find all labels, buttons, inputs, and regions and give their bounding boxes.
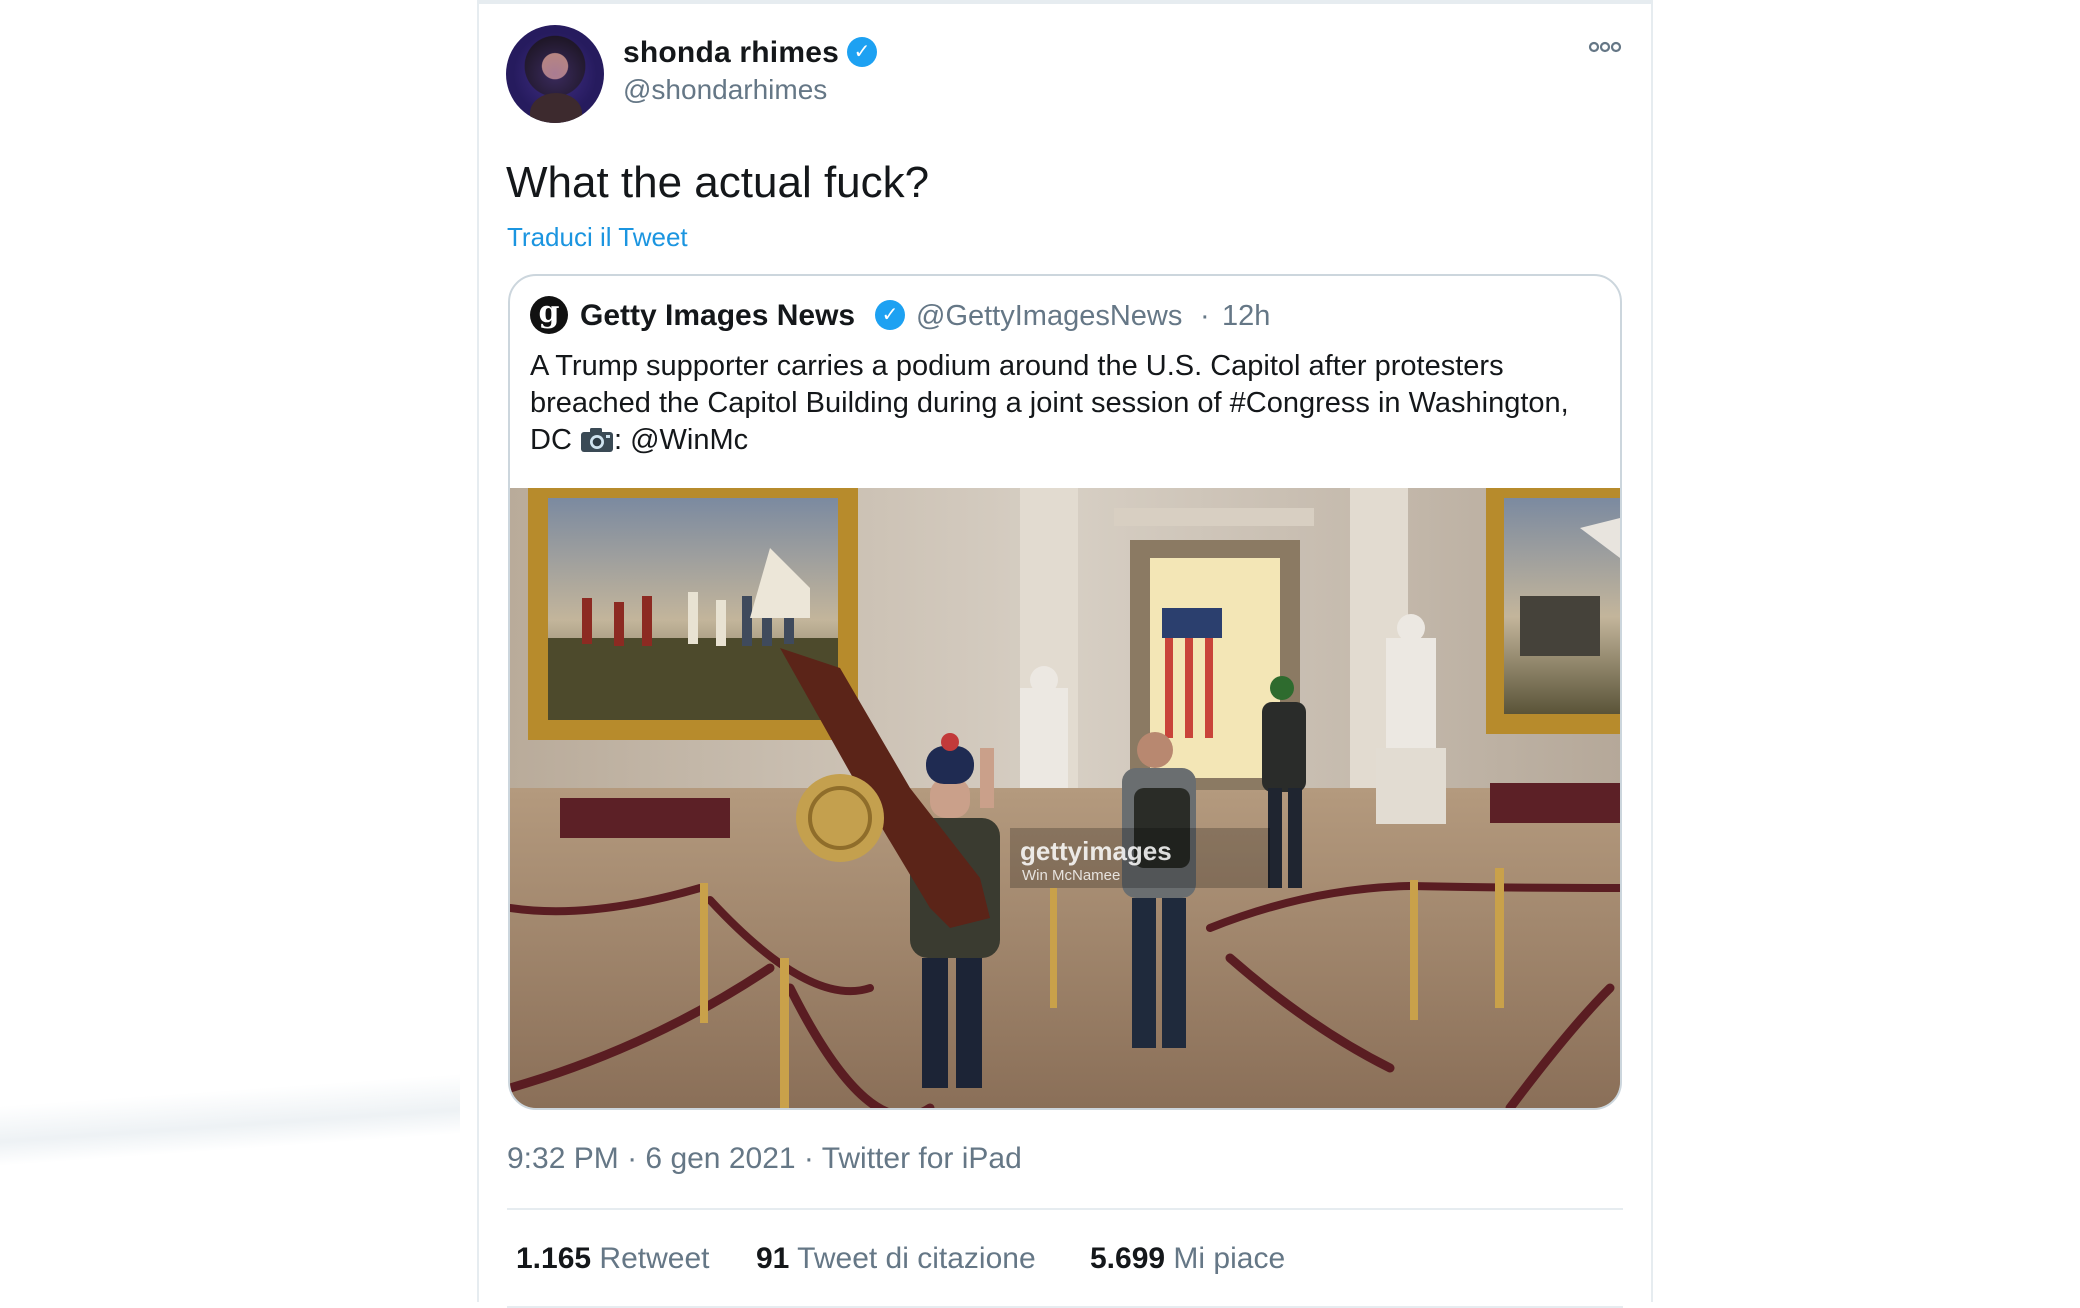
quoted-separator: · bbox=[1200, 300, 1210, 332]
divider-top bbox=[507, 1208, 1623, 1210]
quoted-timestamp: 12h bbox=[1222, 300, 1271, 332]
getty-watermark: gettyimages Win McNamee bbox=[1010, 828, 1270, 888]
tweet-source[interactable]: Twitter for iPad bbox=[822, 1142, 1022, 1175]
painting-right bbox=[1486, 488, 1620, 734]
quote-tweet-label: Tweet di citazione bbox=[797, 1242, 1036, 1275]
more-options-icon[interactable] bbox=[1588, 40, 1622, 54]
retweet-count: 1.165 bbox=[516, 1242, 592, 1275]
tweet-time[interactable]: 9:32 PM bbox=[507, 1142, 619, 1175]
stat-likes[interactable]: 5.699 Mi piace bbox=[1090, 1242, 1285, 1276]
stat-retweets[interactable]: 1.165 Retweet bbox=[516, 1242, 709, 1276]
painting-left bbox=[528, 488, 858, 740]
retweet-label: Retweet bbox=[599, 1242, 710, 1275]
watermark-brand: gettyimages bbox=[1020, 836, 1172, 866]
camera-icon bbox=[580, 428, 613, 452]
quoted-author-handle: @GettyImagesNews bbox=[916, 300, 1183, 332]
stat-quote-tweets[interactable]: 91 Tweet di citazione bbox=[756, 1242, 1036, 1276]
quoted-verified-badge-icon: ✓ bbox=[875, 300, 905, 330]
quoted-tweet[interactable]: g Getty Images News ✓ @GettyImagesNews ·… bbox=[508, 274, 1622, 1110]
quoted-author-name: Getty Images News bbox=[580, 299, 856, 332]
capitol-rotunda-photo[interactable]: gettyimages Win McNamee bbox=[510, 488, 1620, 1108]
like-count: 5.699 bbox=[1090, 1242, 1166, 1275]
getty-logo-icon: g bbox=[530, 296, 568, 334]
tweet-text: What the actual fuck? bbox=[506, 158, 930, 207]
like-label: Mi piace bbox=[1173, 1242, 1286, 1275]
verified-badge-icon: ✓ bbox=[847, 37, 877, 67]
meta-separator-1: · bbox=[627, 1142, 638, 1175]
tweet-date[interactable]: 6 gen 2021 bbox=[645, 1142, 795, 1175]
author-handle[interactable]: @shondarhimes bbox=[623, 74, 827, 106]
quoted-tweet-text: A Trump supporter carries a podium aroun… bbox=[530, 348, 1600, 459]
background-smudge bbox=[0, 1073, 460, 1167]
quoted-text-part2: : @WinMc bbox=[613, 424, 749, 456]
tweet-meta-line: 9:32 PM · 6 gen 2021 · Twitter for iPad bbox=[507, 1142, 1022, 1176]
author-name[interactable]: shonda rhimes bbox=[623, 36, 839, 70]
watermark-credit: Win McNamee bbox=[1022, 867, 1120, 884]
quote-tweet-count: 91 bbox=[756, 1242, 790, 1275]
author-avatar[interactable] bbox=[506, 25, 604, 123]
meta-separator-2: · bbox=[803, 1142, 814, 1175]
translate-tweet-link[interactable]: Traduci il Tweet bbox=[507, 222, 688, 253]
